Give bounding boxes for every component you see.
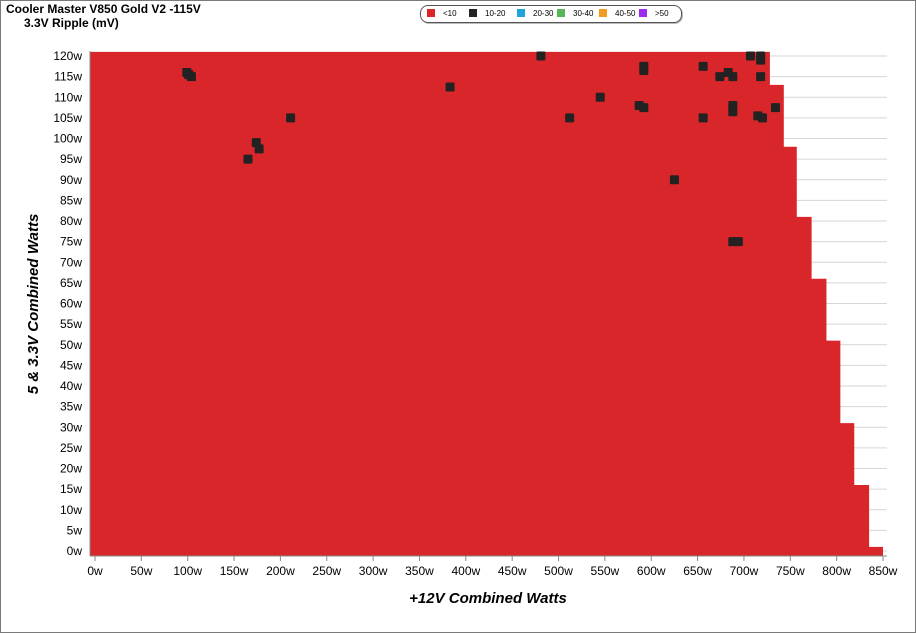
y-tick-label: 65w — [60, 276, 82, 290]
heatmap-cell-10-20 — [669, 175, 679, 185]
y-tick-label: 115w — [54, 70, 82, 84]
x-tick-label: 150w — [220, 564, 249, 578]
heatmap-cell-10-20 — [445, 82, 455, 92]
heatmap-cell-10-20 — [698, 113, 708, 123]
x-tick-label: 300w — [359, 564, 388, 578]
heatmap-cell-10-20 — [756, 55, 766, 65]
y-tick-label: 80w — [60, 214, 82, 228]
heatmap-cell-10-20 — [698, 61, 708, 71]
y-axis-title: 5 & 3.3V Combined Watts — [25, 214, 42, 395]
y-tick-label: 5w — [67, 523, 83, 537]
x-tick-label: 0w — [87, 564, 103, 578]
heatmap-cell-10-20 — [757, 113, 767, 123]
heatmap-cell-10-20 — [715, 72, 725, 82]
x-tick-label: 850w — [869, 564, 898, 578]
x-tick-label: 50w — [130, 564, 152, 578]
heatmap-cell-10-20 — [536, 51, 546, 61]
heatmap-cell-10-20 — [254, 144, 264, 154]
y-tick-label: 45w — [60, 358, 82, 372]
x-tick-label: 550w — [591, 564, 620, 578]
heatmap-band — [90, 340, 841, 429]
y-tick-label: 95w — [60, 152, 82, 166]
y-tick-label: 30w — [60, 420, 82, 434]
y-tick-label: 55w — [60, 317, 82, 331]
heatmap-cell-10-20 — [243, 154, 253, 164]
x-tick-label: 800w — [822, 564, 851, 578]
y-tick-label: 0w — [67, 544, 83, 558]
x-tick-label: 650w — [683, 564, 712, 578]
heatmap-cell-10-20 — [639, 103, 649, 113]
heatmap-band — [90, 423, 855, 490]
heatmap-band — [90, 146, 797, 222]
y-tick-label: 110w — [54, 90, 82, 104]
heatmap-area — [90, 51, 883, 556]
x-tick-label: 450w — [498, 564, 527, 578]
x-tick-label: 400w — [451, 564, 480, 578]
y-tick-label: 90w — [60, 173, 82, 187]
y-tick-label: 50w — [60, 338, 82, 352]
x-tick-label: 100w — [173, 564, 202, 578]
y-tick-label: 40w — [60, 379, 82, 393]
y-tick-label: 25w — [60, 441, 82, 455]
y-tick-label: 85w — [60, 193, 82, 207]
x-tick-label: 600w — [637, 564, 666, 578]
y-tick-label: 15w — [60, 482, 82, 496]
heatmap-cell-10-20 — [639, 61, 649, 71]
y-tick-label: 10w — [60, 503, 82, 517]
x-axis-title: +12V Combined Watts — [409, 590, 567, 607]
heatmap-band — [90, 278, 827, 346]
heatmap-cell-10-20 — [733, 237, 743, 247]
x-tick-label: 700w — [730, 564, 759, 578]
heatmap-cell-10-20 — [565, 113, 575, 123]
y-tick-label: 100w — [53, 132, 82, 146]
y-tick-label: 20w — [60, 462, 82, 476]
x-tick-label: 750w — [776, 564, 805, 578]
x-tick-labels: 0w 50w 100w 150w 200w 250w 300w 350w 400w 450w 500… — [87, 564, 897, 578]
y-tick-label: 120w — [53, 49, 82, 63]
heatmap-cell-10-20 — [286, 113, 296, 123]
x-tick-label: 350w — [405, 564, 434, 578]
y-tick-label: 105w — [53, 111, 82, 125]
y-tick-label: 60w — [60, 297, 82, 311]
heatmap-band — [90, 84, 784, 152]
heatmap-cell-10-20 — [728, 72, 738, 82]
y-tick-label: 75w — [60, 235, 82, 249]
heatmap-cell-10-20 — [728, 107, 738, 117]
heatmap-cell-10-20 — [756, 72, 766, 82]
y-tick-labels: 0w 5w 10w 15w 20w 25w 30w 35w 40w 45w 50w 55w 60w 65w… — [53, 49, 82, 558]
heatmap-cell-10-20 — [745, 51, 755, 61]
heatmap-cell-10-20 — [595, 92, 605, 102]
x-tick-label: 500w — [544, 564, 573, 578]
heatmap-band — [90, 216, 812, 284]
chart-plot: 0w 50w 100w 150w 200w 250w 300w 350w 400w 450w 500… — [25, 49, 898, 607]
x-tick-label: 200w — [266, 564, 295, 578]
heatmap-band — [90, 485, 870, 552]
y-tick-label: 35w — [60, 400, 82, 414]
heatmap-cell-10-20 — [770, 103, 780, 113]
x-tick-label: 250w — [312, 564, 341, 578]
heatmap-cell-10-20 — [186, 72, 196, 82]
y-tick-label: 70w — [60, 255, 82, 269]
